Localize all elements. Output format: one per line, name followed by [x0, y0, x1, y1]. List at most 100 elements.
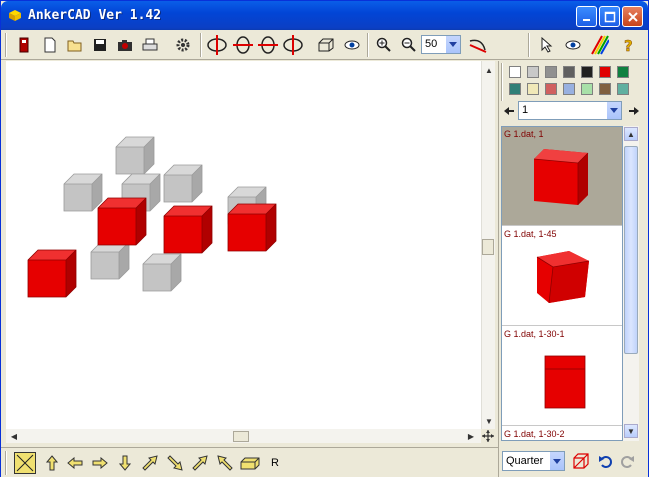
- scroll-right-icon[interactable]: ▶: [464, 429, 478, 443]
- color-swatch-10[interactable]: [545, 83, 557, 95]
- reset-view-icon[interactable]: [467, 34, 489, 56]
- help-icon[interactable]: ?: [618, 34, 640, 56]
- new-file-icon[interactable]: [39, 34, 61, 56]
- maximize-button[interactable]: [599, 6, 620, 27]
- color-swatch-3[interactable]: [545, 66, 557, 78]
- color-swatch-11[interactable]: [563, 83, 575, 95]
- minimize-button[interactable]: [576, 6, 597, 27]
- color-swatch-7[interactable]: [617, 66, 629, 78]
- zoom-out-icon[interactable]: [398, 34, 420, 56]
- scroll-up-icon[interactable]: ▲: [482, 63, 496, 77]
- red-brick: [27, 249, 77, 298]
- grey-brick: [63, 173, 103, 212]
- model-select-value: 1: [522, 104, 529, 116]
- undo-icon[interactable]: [598, 454, 612, 468]
- move-down-arrow-icon[interactable]: [114, 452, 136, 474]
- part-label: G 1.dat, 1-30-2: [504, 429, 565, 439]
- window-title: AnkerCAD Ver 1.42: [28, 8, 162, 23]
- part-thumbnail: [536, 251, 590, 304]
- settings-gear-icon[interactable]: [172, 34, 194, 56]
- move-down-right-arrow-icon[interactable]: [164, 452, 186, 474]
- color-swatch-5[interactable]: [581, 66, 593, 78]
- move-up-right-alt-arrow-icon[interactable]: [189, 452, 211, 474]
- toolbar-separator: [5, 33, 7, 57]
- title-bar[interactable]: AnkerCAD Ver 1.42: [1, 1, 648, 31]
- move-down-left-arrow-icon[interactable]: [214, 452, 236, 474]
- move-left-arrow-icon[interactable]: [64, 452, 86, 474]
- red-brick: [97, 197, 147, 246]
- rotate-down-icon[interactable]: [282, 34, 304, 56]
- svg-text:?: ?: [624, 37, 633, 53]
- model-select[interactable]: 1: [518, 101, 622, 120]
- move-right-arrow-icon[interactable]: [89, 452, 111, 474]
- color-swatch-4[interactable]: [563, 66, 575, 78]
- resize-grip-icon[interactable]: [481, 429, 495, 443]
- part-thumbnail: [534, 149, 589, 205]
- color-swatch-2[interactable]: [527, 66, 539, 78]
- chevron-down-icon[interactable]: [549, 452, 564, 470]
- wireframe-view-icon[interactable]: [315, 34, 337, 56]
- color-swatch-12[interactable]: [581, 83, 593, 95]
- close-button[interactable]: [622, 6, 643, 27]
- view-eye-icon[interactable]: [341, 34, 363, 56]
- color-palette-icon[interactable]: [588, 34, 610, 56]
- exit-icon[interactable]: [13, 34, 35, 56]
- parts-list-scrollbar[interactable]: ▲ ▼: [623, 126, 639, 441]
- select-all-icon[interactable]: [14, 452, 36, 474]
- rotate-up-icon[interactable]: [257, 34, 279, 56]
- rotate-mode-label[interactable]: R: [264, 452, 286, 474]
- part-label: G 1.dat, 1-45: [504, 229, 557, 239]
- save-icon[interactable]: [89, 34, 111, 56]
- toolbar-separator: [367, 33, 369, 57]
- wireframe-red-cube-icon[interactable]: [573, 453, 589, 469]
- red-brick: [227, 203, 277, 252]
- scroll-up-icon[interactable]: ▲: [624, 127, 638, 141]
- rotate-right-icon[interactable]: [232, 34, 254, 56]
- scroll-thumb[interactable]: [624, 146, 638, 354]
- previous-model-arrow-icon[interactable]: [503, 105, 515, 117]
- bottom-toolbar: R: [1, 447, 498, 477]
- vertical-scroll-thumb[interactable]: [482, 239, 494, 255]
- list-item[interactable]: G 1.dat, 1-30-1: [502, 327, 622, 426]
- grey-brick: [142, 253, 182, 292]
- next-model-arrow-icon[interactable]: [628, 105, 640, 117]
- move-up-right-arrow-icon[interactable]: [139, 452, 161, 474]
- list-item[interactable]: G 1.dat, 1-30-2: [502, 427, 622, 440]
- print-icon[interactable]: [139, 34, 161, 56]
- zoom-in-icon[interactable]: [373, 34, 395, 56]
- chevron-down-icon[interactable]: [606, 102, 621, 119]
- select-pointer-icon[interactable]: [536, 34, 558, 56]
- move-up-arrow-icon[interactable]: [41, 452, 63, 474]
- rotate-left-icon[interactable]: [206, 34, 228, 56]
- main-toolbar: ?: [1, 30, 648, 60]
- list-item-selected[interactable]: G 1.dat, 1: [502, 127, 622, 226]
- horizontal-scroll-thumb[interactable]: [233, 431, 249, 442]
- toolbar-separator: [200, 33, 202, 57]
- scroll-down-icon[interactable]: ▼: [624, 424, 638, 438]
- flat-brick-icon[interactable]: [239, 452, 261, 474]
- part-thumbnail: [544, 355, 586, 409]
- color-swatch-9[interactable]: [527, 83, 539, 95]
- color-swatch-14[interactable]: [617, 83, 629, 95]
- redo-icon[interactable]: [621, 454, 635, 468]
- zoom-level-select[interactable]: 50: [421, 35, 461, 54]
- app-logo-icon: [9, 10, 21, 21]
- part-label: G 1.dat, 1: [504, 129, 544, 139]
- visibility-eye-icon[interactable]: [562, 34, 584, 56]
- color-swatch-6[interactable]: [599, 66, 611, 78]
- parts-list[interactable]: G 1.dat, 1 G 1.dat, 1-45 G 1.dat, 1-30-1…: [501, 126, 623, 441]
- open-folder-icon[interactable]: [64, 34, 86, 56]
- scroll-left-icon[interactable]: ◀: [7, 429, 21, 443]
- view-mode-select[interactable]: Quarter: [502, 451, 565, 471]
- camera-icon[interactable]: [114, 34, 136, 56]
- grey-brick: [115, 136, 155, 175]
- color-swatch-1[interactable]: [509, 66, 521, 78]
- grey-brick: [163, 164, 203, 203]
- list-item[interactable]: G 1.dat, 1-45: [502, 227, 622, 326]
- chevron-down-icon[interactable]: [445, 36, 460, 53]
- scroll-down-icon[interactable]: ▼: [482, 414, 496, 428]
- 3d-viewport[interactable]: [6, 61, 481, 429]
- color-swatch-8[interactable]: [509, 83, 521, 95]
- color-swatch-13[interactable]: [599, 83, 611, 95]
- view-mode-value: Quarter: [506, 455, 544, 467]
